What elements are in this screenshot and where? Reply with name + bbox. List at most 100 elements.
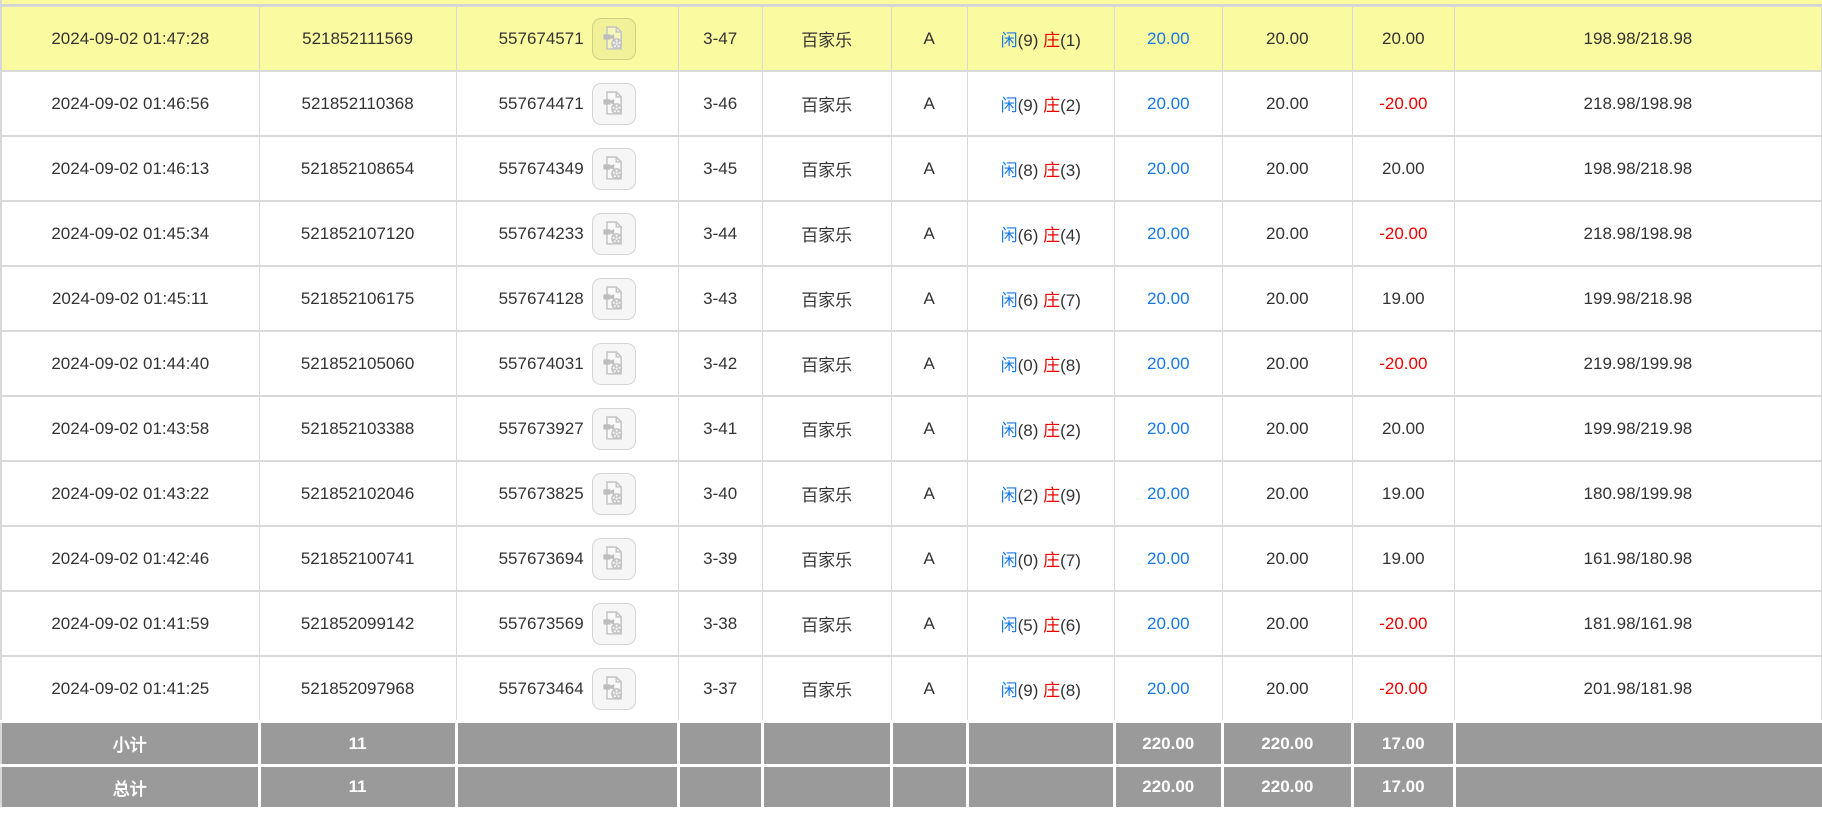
table-name: A (890, 395, 968, 462)
round-number: 3-45 (677, 135, 763, 202)
bet-amount-link[interactable]: 20.00 (1113, 590, 1223, 657)
player-result-label: 闲 (1000, 551, 1018, 570)
table-row: 2024-09-02 01:46:13 521852108654 5576743… (0, 135, 1822, 202)
game-name: 百家乐 (761, 135, 892, 202)
round-id-cell: 557674031 (455, 330, 679, 397)
bet-amount-link[interactable]: 20.00 (1113, 330, 1223, 397)
bet-time: 2024-09-02 01:41:59 (0, 590, 260, 657)
bet-id: 521852106175 (258, 265, 457, 332)
player-result-label: 闲 (1000, 356, 1018, 375)
game-result: 闲(6) 庄(4) (966, 200, 1115, 267)
video-replay-icon (603, 351, 623, 375)
win-loss-amount: -20.00 (1351, 70, 1455, 137)
banker-result-score: (6) (1060, 616, 1081, 635)
round-id-cell: 557674128 (455, 265, 679, 332)
summary-row: 小计 11 220.00 220.00 17.00 (1, 720, 1822, 766)
balance-before-after: 219.98/199.98 (1453, 330, 1822, 397)
player-result-label: 闲 (1000, 226, 1018, 245)
bet-amount-link[interactable]: 20.00 (1113, 395, 1223, 462)
bet-amount-link[interactable]: 20.00 (1113, 70, 1223, 137)
banker-result-score: (3) (1060, 161, 1081, 180)
video-replay-button[interactable] (591, 537, 636, 580)
bet-time: 2024-09-02 01:46:13 (0, 135, 260, 202)
balance-before-after: 198.98/218.98 (1453, 135, 1822, 202)
game-result: 闲(8) 庄(2) (966, 395, 1115, 462)
table-row: 2024-09-02 01:46:56 521852110368 5576744… (0, 70, 1822, 137)
video-replay-button[interactable] (591, 82, 636, 125)
table-row: 2024-09-02 01:43:22 521852102046 5576738… (0, 460, 1822, 527)
bet-amount-link[interactable]: 20.00 (1113, 265, 1223, 332)
video-replay-button[interactable] (591, 147, 636, 190)
round-number: 3-39 (677, 525, 763, 592)
game-result: 闲(0) 庄(8) (966, 330, 1115, 397)
bet-id: 521852108654 (258, 135, 457, 202)
game-name: 百家乐 (761, 590, 892, 657)
summary-empty-cell (760, 720, 893, 766)
summary-count: 11 (257, 720, 458, 766)
balance-before-after: 218.98/198.98 (1453, 200, 1822, 267)
game-name: 百家乐 (761, 6, 892, 72)
video-replay-button[interactable] (591, 342, 636, 385)
bet-amount-link[interactable]: 20.00 (1113, 200, 1223, 267)
summary-winloss-total: 17.00 (1350, 764, 1456, 807)
player-result-label: 闲 (1000, 486, 1018, 505)
game-result: 闲(5) 庄(6) (966, 590, 1115, 657)
summary-empty-cell (965, 720, 1116, 766)
banker-result-label: 庄 (1043, 681, 1061, 700)
video-replay-button[interactable] (591, 277, 636, 320)
video-replay-button[interactable] (591, 212, 636, 255)
win-loss-amount: -20.00 (1351, 590, 1455, 657)
valid-amount: 20.00 (1221, 330, 1353, 397)
video-replay-button[interactable] (591, 17, 636, 60)
round-id: 557674571 (498, 28, 584, 48)
banker-result-label: 庄 (1043, 356, 1061, 375)
table-name: A (890, 525, 968, 592)
bet-time: 2024-09-02 01:41:25 (0, 655, 260, 723)
banker-result-score: (8) (1060, 356, 1081, 375)
banker-result-score: (2) (1060, 96, 1081, 115)
round-id: 557673927 (498, 418, 584, 438)
video-replay-button[interactable] (591, 667, 636, 710)
valid-amount: 20.00 (1221, 395, 1353, 462)
banker-result-score: (7) (1060, 291, 1081, 310)
round-id: 557674471 (498, 93, 584, 113)
summary-row: 总计 11 220.00 220.00 17.00 (1, 764, 1822, 807)
player-result-score: (9) (1017, 681, 1039, 700)
table-name: A (890, 265, 968, 332)
table-name: A (890, 6, 968, 72)
round-id-cell: 557673464 (455, 655, 679, 723)
bet-time: 2024-09-02 01:47:28 (0, 6, 260, 72)
bet-amount-link[interactable]: 20.00 (1113, 460, 1223, 527)
summary-empty-cell (1452, 764, 1822, 807)
video-replay-button[interactable] (591, 602, 636, 645)
round-number: 3-43 (677, 265, 763, 332)
bet-amount-link[interactable]: 20.00 (1113, 525, 1223, 592)
banker-result-score: (1) (1060, 31, 1081, 50)
video-replay-button[interactable] (591, 472, 636, 515)
table-name: A (890, 590, 968, 657)
bet-amount-link[interactable]: 20.00 (1113, 135, 1223, 202)
summary-empty-cell (676, 764, 764, 807)
bet-time: 2024-09-02 01:45:34 (0, 200, 260, 267)
valid-amount: 20.00 (1221, 265, 1353, 332)
round-id: 557673464 (498, 678, 584, 698)
bet-time: 2024-09-02 01:42:46 (0, 525, 260, 592)
player-result-score: (0) (1017, 356, 1039, 375)
balance-before-after: 218.98/198.98 (1453, 70, 1822, 137)
bet-id: 521852103388 (258, 395, 457, 462)
player-result-label: 闲 (1000, 681, 1018, 700)
round-number: 3-41 (677, 395, 763, 462)
win-loss-amount: 19.00 (1351, 525, 1455, 592)
video-replay-button[interactable] (591, 407, 636, 450)
game-name: 百家乐 (761, 265, 892, 332)
bet-amount-link[interactable]: 20.00 (1113, 655, 1223, 723)
bet-time: 2024-09-02 01:46:56 (0, 70, 260, 137)
table-name: A (890, 70, 968, 137)
player-result-label: 闲 (1000, 291, 1018, 310)
table-name: A (890, 460, 968, 527)
bet-amount-link[interactable]: 20.00 (1113, 6, 1223, 72)
player-result-score: (9) (1017, 31, 1039, 50)
balance-before-after: 199.98/218.98 (1453, 265, 1822, 332)
balance-before-after: 180.98/199.98 (1453, 460, 1822, 527)
round-id: 557674031 (498, 353, 584, 373)
